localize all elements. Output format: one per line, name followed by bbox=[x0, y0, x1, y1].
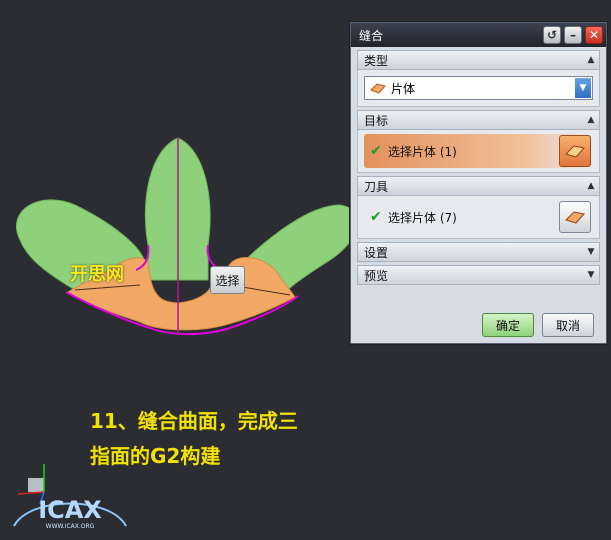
section-preview-label: 预览 bbox=[364, 268, 389, 283]
section-tool-header[interactable]: 刀具 ▲ bbox=[357, 176, 600, 196]
section-type-header[interactable]: 类型 ▲ bbox=[357, 50, 600, 70]
select-sheet-button[interactable] bbox=[559, 135, 591, 167]
triad-cube-icon bbox=[28, 478, 44, 492]
chevron-up-icon: ▲ bbox=[587, 181, 595, 191]
axis-x-icon bbox=[17, 491, 45, 495]
section-settings-label: 设置 bbox=[364, 245, 389, 260]
check-icon: ✔ bbox=[370, 209, 382, 225]
section-type-body: 片体 ▼ bbox=[357, 70, 600, 107]
icax-logo: ICAX WWW.ICAX.ORG bbox=[13, 464, 127, 530]
type-select[interactable]: 片体 ▼ bbox=[364, 76, 593, 100]
chevron-down-icon: ▼ bbox=[587, 247, 595, 257]
select-tooltip[interactable]: 选择 bbox=[210, 266, 245, 294]
logo-text: ICAX bbox=[38, 496, 102, 524]
target-selection-row[interactable]: ✔ 选择片体 (1) bbox=[364, 134, 593, 168]
ok-button[interactable]: 确定 bbox=[482, 313, 534, 337]
section-tool-body: ✔ 选择片体 (7) bbox=[357, 196, 600, 239]
brand-watermark: 开思网 bbox=[70, 264, 124, 285]
sheet-body-icon bbox=[370, 83, 386, 94]
sheet-select-icon bbox=[565, 145, 585, 158]
section-target-header[interactable]: 目标 ▲ bbox=[357, 110, 600, 130]
sew-dialog: 缝合 ↺ – ✕ 类型 ▲ 片体 ▼ 目标 ▲ ✔ 选择片体 (1) 刀具 ▲ … bbox=[350, 22, 607, 344]
tool-selection-row[interactable]: ✔ 选择片体 (7) bbox=[364, 200, 593, 234]
tool-selection-label: 选择片体 (7) bbox=[388, 210, 457, 225]
cancel-button[interactable]: 取消 bbox=[542, 313, 594, 337]
caption-line-1: 11、缝合曲面，完成三 bbox=[90, 409, 298, 433]
minimize-button[interactable]: – bbox=[564, 26, 582, 44]
section-type-label: 类型 bbox=[364, 53, 389, 68]
section-settings-header[interactable]: 设置 ▼ bbox=[357, 242, 600, 262]
type-select-value: 片体 bbox=[391, 81, 416, 96]
chevron-up-icon: ▲ bbox=[587, 55, 595, 65]
reset-button[interactable]: ↺ bbox=[543, 26, 561, 44]
dialog-titlebar: 缝合 ↺ – ✕ bbox=[351, 23, 606, 47]
chevron-down-icon: ▼ bbox=[587, 270, 595, 280]
select-sheet-button[interactable] bbox=[559, 201, 591, 233]
section-target-body: ✔ 选择片体 (1) bbox=[357, 130, 600, 173]
dialog-footer: 确定 取消 bbox=[351, 313, 606, 337]
section-target-label: 目标 bbox=[364, 113, 389, 128]
chevron-down-icon[interactable]: ▼ bbox=[575, 78, 591, 98]
logo-subtext: WWW.ICAX.ORG bbox=[46, 523, 95, 530]
chevron-up-icon: ▲ bbox=[587, 115, 595, 125]
target-selection-label: 选择片体 (1) bbox=[388, 144, 457, 159]
close-button[interactable]: ✕ bbox=[585, 26, 603, 44]
sheet-select-icon bbox=[565, 211, 585, 224]
section-preview-header[interactable]: 预览 ▼ bbox=[357, 265, 600, 285]
dialog-title: 缝合 bbox=[359, 28, 384, 43]
check-icon: ✔ bbox=[370, 143, 382, 159]
section-tool-label: 刀具 bbox=[364, 179, 389, 194]
